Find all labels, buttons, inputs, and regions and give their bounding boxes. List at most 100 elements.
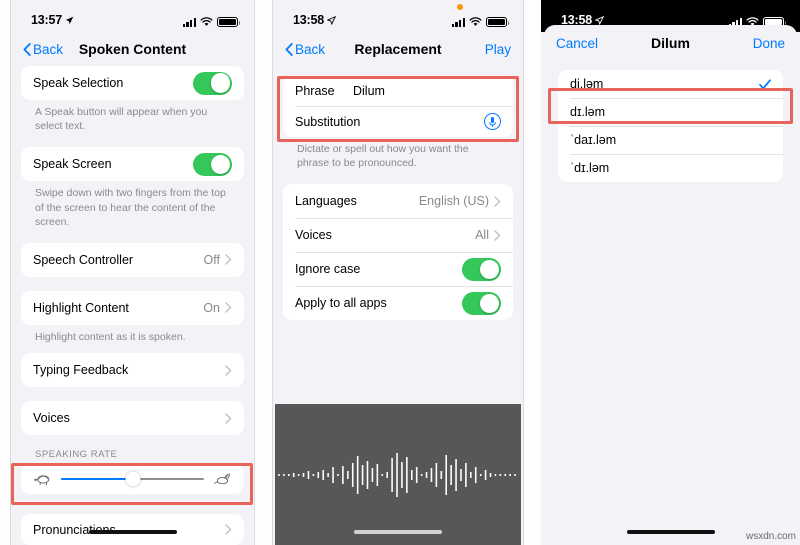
back-button[interactable]: Back (285, 42, 325, 57)
speak-selection-footnote: A Speak button will appear when you sele… (35, 106, 208, 133)
cellular-bars-icon (182, 17, 196, 27)
cancel-button[interactable]: Cancel (556, 36, 598, 51)
cellular-bars-icon (451, 17, 465, 27)
row-speak-selection[interactable]: Speak Selection (21, 66, 244, 100)
speak-screen-card: Speak Screen (21, 147, 244, 182)
row-highlight-content[interactable]: Highlight Content On (21, 291, 244, 325)
speak-screen-footnote: Swipe down with two fingers from the top… (35, 187, 226, 228)
substitution-footnote: Dictate or spell out how you want the ph… (297, 143, 469, 170)
row-apply-all-apps[interactable]: Apply to all apps (283, 286, 513, 320)
phrase-substitution-card: Phrase Dilum Substitution (283, 75, 513, 137)
options-card: di.ləm dɪ.ləm ˈdaɪ.ləm ˈdɪ.ləm (558, 70, 783, 182)
substitution-label: Substitution (295, 114, 361, 129)
back-button[interactable]: Back (23, 42, 63, 57)
speak-selection-card: Speak Selection (21, 66, 244, 100)
row-value: English (US) (418, 194, 489, 209)
chevron-left-icon (285, 42, 293, 56)
ignore-case-toggle[interactable] (462, 257, 501, 281)
done-button[interactable]: Done (753, 36, 785, 51)
screenshot-stage: 13:57 Back Spoken Content Speak Selectio… (0, 0, 800, 545)
phone-panel-pronunciation-picker: 13:58 Cancel Dilum Done di.ləm dɪ.ləm ˈd… (541, 0, 800, 545)
row-label: Voices (33, 411, 70, 426)
row-typing-feedback[interactable]: Typing Feedback (21, 353, 244, 387)
location-arrow-icon (65, 16, 74, 24)
list-item-option-3[interactable]: ˈdaɪ.ləm (558, 126, 783, 154)
row-substitution[interactable]: Substitution (283, 106, 513, 137)
battery-icon (486, 16, 510, 27)
row-label: Voices (295, 228, 332, 243)
phrase-label: Phrase (295, 83, 335, 98)
slider-knob[interactable] (125, 471, 140, 487)
list-item-option-2[interactable]: dɪ.ləm (558, 98, 783, 126)
row-label: Speech Controller (33, 252, 134, 267)
pronunciation-options-list: di.ləm dɪ.ləm ˈdaɪ.ləm ˈdɪ.ləm (544, 61, 797, 182)
play-button[interactable]: Play (485, 42, 511, 57)
back-button-label: Back (33, 41, 64, 57)
speak-screen-toggle[interactable] (193, 152, 232, 176)
option-label: dɪ.ləm (570, 105, 606, 119)
apply-to-all-apps-toggle[interactable] (462, 291, 501, 315)
row-value: All (475, 228, 489, 243)
location-arrow-icon (594, 15, 604, 25)
status-time-group: 13:57 (31, 13, 74, 27)
navigation-bar: Back Replacement Play (273, 32, 523, 66)
row-phrase[interactable]: Phrase Dilum (283, 75, 513, 106)
list-item-option-4[interactable]: ˈdɪ.ləm (558, 154, 783, 182)
chevron-right-icon (225, 412, 232, 424)
status-indicators (451, 16, 510, 27)
microphone-icon[interactable] (484, 113, 501, 130)
speaking-rate-slider[interactable] (61, 471, 204, 487)
chevron-right-icon (225, 364, 232, 376)
home-indicator (626, 530, 715, 534)
replacement-form: Phrase Dilum Substitution Dictate or spe… (273, 66, 523, 321)
status-bar: 13:57 (11, 0, 254, 32)
speak-selection-toggle[interactable] (193, 71, 232, 95)
replacement-options-card: Languages English (US) Voices All Ignore… (283, 184, 513, 321)
status-time: 13:58 (293, 13, 324, 27)
settings-list: Speak Selection A Speak button will appe… (11, 66, 254, 545)
chevron-right-icon (225, 302, 232, 314)
option-label: ˈdɪ.ləm (570, 161, 610, 175)
option-label: di.ləm (570, 77, 604, 91)
status-indicators (182, 16, 241, 27)
hare-icon (213, 473, 230, 485)
row-languages[interactable]: Languages English (US) (283, 184, 513, 218)
site-watermark: wsxdn.com (745, 531, 796, 542)
wifi-icon (469, 17, 482, 26)
dictation-panel[interactable] (275, 404, 521, 545)
typing-feedback-card: Typing Feedback (21, 353, 244, 388)
status-bar: 13:58 (273, 0, 523, 32)
orange-dot-icon (457, 4, 463, 10)
highlight-content-footnote: Highlight content as it is spoken. (35, 330, 186, 343)
modal-sheet: Cancel Dilum Done di.ləm dɪ.ləm ˈdaɪ.ləm… (544, 25, 797, 545)
row-label: Typing Feedback (33, 363, 129, 378)
row-label: Apply to all apps (295, 296, 387, 311)
row-label: Highlight Content (33, 300, 129, 315)
home-indicator (88, 530, 177, 534)
list-item-option-1[interactable]: di.ləm (558, 70, 783, 98)
navigation-bar: Cancel Dilum Done (544, 25, 797, 61)
voices-card: Voices (21, 401, 244, 436)
row-value: Off (203, 252, 220, 267)
row-label: Speak Selection (33, 76, 124, 90)
back-button-label: Back (295, 41, 326, 57)
chevron-right-icon (225, 254, 232, 266)
phone-panel-replacement: 13:58 Back Replacement Play Phrase Dilum… (272, 0, 524, 545)
row-speak-screen[interactable]: Speak Screen (21, 147, 244, 181)
row-voices[interactable]: Voices (21, 401, 244, 435)
row-ignore-case[interactable]: Ignore case (283, 252, 513, 286)
phrase-value[interactable]: Dilum (353, 84, 501, 98)
location-arrow-icon (326, 15, 336, 25)
row-label: Languages (295, 194, 357, 209)
option-label: ˈdaɪ.ləm (570, 133, 617, 147)
row-voices[interactable]: Voices All (283, 218, 513, 252)
row-label: Speak Screen (33, 157, 112, 172)
chevron-right-icon (494, 230, 501, 241)
row-speech-controller[interactable]: Speech Controller Off (21, 243, 244, 277)
checkmark-icon (759, 78, 771, 89)
tortoise-icon (33, 475, 50, 486)
battery-icon (217, 16, 241, 27)
row-value: On (203, 300, 220, 315)
chevron-right-icon (494, 196, 501, 207)
speaking-rate-header: SPEAKING RATE (35, 449, 118, 461)
